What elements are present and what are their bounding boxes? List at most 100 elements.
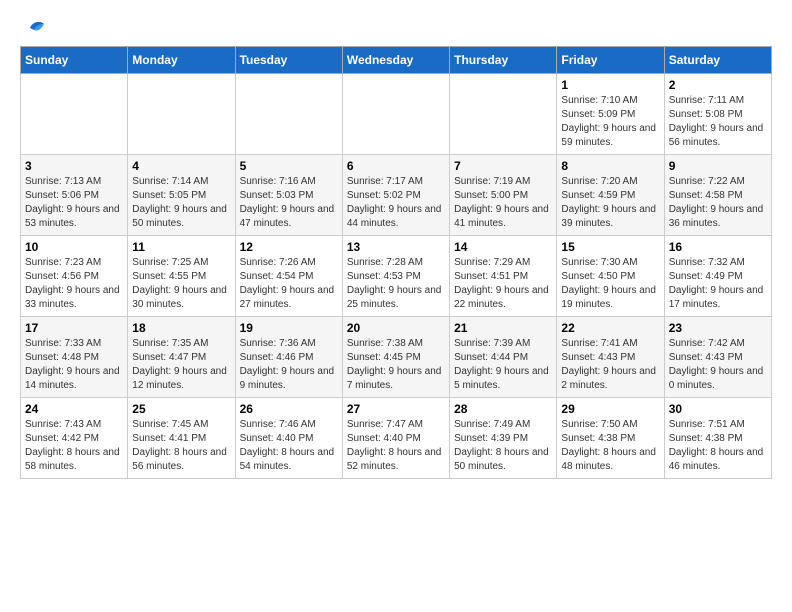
calendar-table: SundayMondayTuesdayWednesdayThursdayFrid… [20, 46, 772, 479]
column-header-tuesday: Tuesday [235, 47, 342, 74]
day-info: Sunrise: 7:41 AM Sunset: 4:43 PM Dayligh… [561, 337, 659, 393]
calendar-week-row: 17 Sunrise: 7:33 AM Sunset: 4:48 PM Dayli… [21, 317, 772, 398]
column-header-monday: Monday [128, 47, 235, 74]
column-header-thursday: Thursday [450, 47, 557, 74]
calendar-cell: 22 Sunrise: 7:41 AM Sunset: 4:43 PM Dayli… [557, 317, 664, 398]
day-number: 30 [669, 402, 767, 416]
column-header-wednesday: Wednesday [342, 47, 449, 74]
day-number: 26 [240, 402, 338, 416]
day-info: Sunrise: 7:49 AM Sunset: 4:39 PM Dayligh… [454, 418, 552, 474]
day-number: 13 [347, 240, 445, 254]
calendar-cell: 15 Sunrise: 7:30 AM Sunset: 4:50 PM Dayli… [557, 236, 664, 317]
calendar-cell: 27 Sunrise: 7:47 AM Sunset: 4:40 PM Dayli… [342, 398, 449, 479]
calendar-cell: 11 Sunrise: 7:25 AM Sunset: 4:55 PM Dayli… [128, 236, 235, 317]
column-header-sunday: Sunday [21, 47, 128, 74]
day-info: Sunrise: 7:42 AM Sunset: 4:43 PM Dayligh… [669, 337, 767, 393]
day-number: 7 [454, 159, 552, 173]
day-number: 18 [132, 321, 230, 335]
calendar-week-row: 24 Sunrise: 7:43 AM Sunset: 4:42 PM Dayli… [21, 398, 772, 479]
calendar-cell: 13Sunrise: 7:28 AM Sunset: 4:53 PM Dayli… [342, 236, 449, 317]
day-number: 15 [561, 240, 659, 254]
calendar-cell: 8 Sunrise: 7:20 AM Sunset: 4:59 PM Daylig… [557, 155, 664, 236]
day-number: 2 [669, 78, 767, 92]
calendar-cell: 16 Sunrise: 7:32 AM Sunset: 4:49 PM Dayli… [664, 236, 771, 317]
day-number: 22 [561, 321, 659, 335]
day-info: Sunrise: 7:32 AM Sunset: 4:49 PM Dayligh… [669, 256, 767, 312]
day-info: Sunrise: 7:10 AM Sunset: 5:09 PM Dayligh… [561, 94, 659, 150]
day-info: Sunrise: 7:45 AM Sunset: 4:41 PM Dayligh… [132, 418, 230, 474]
day-number: 16 [669, 240, 767, 254]
column-header-friday: Friday [557, 47, 664, 74]
day-number: 6 [347, 159, 445, 173]
calendar-cell [235, 74, 342, 155]
day-info: Sunrise: 7:43 AM Sunset: 4:42 PM Dayligh… [25, 418, 123, 474]
day-number: 27 [347, 402, 445, 416]
day-number: 3 [25, 159, 123, 173]
day-info: Sunrise: 7:30 AM Sunset: 4:50 PM Dayligh… [561, 256, 659, 312]
day-number: 29 [561, 402, 659, 416]
day-number: 10 [25, 240, 123, 254]
day-number: 25 [132, 402, 230, 416]
calendar-cell: 30Sunrise: 7:51 AM Sunset: 4:38 PM Dayli… [664, 398, 771, 479]
day-info: Sunrise: 7:50 AM Sunset: 4:38 PM Dayligh… [561, 418, 659, 474]
day-info: Sunrise: 7:17 AM Sunset: 5:02 PM Dayligh… [347, 175, 445, 231]
day-info: Sunrise: 7:46 AM Sunset: 4:40 PM Dayligh… [240, 418, 338, 474]
day-info: Sunrise: 7:25 AM Sunset: 4:55 PM Dayligh… [132, 256, 230, 312]
day-number: 12 [240, 240, 338, 254]
day-number: 8 [561, 159, 659, 173]
calendar-cell: 20 Sunrise: 7:38 AM Sunset: 4:45 PM Dayli… [342, 317, 449, 398]
day-number: 20 [347, 321, 445, 335]
day-number: 23 [669, 321, 767, 335]
calendar-cell: 25 Sunrise: 7:45 AM Sunset: 4:41 PM Dayli… [128, 398, 235, 479]
calendar-week-row: 3 Sunrise: 7:13 AM Sunset: 5:06 PM Daylig… [21, 155, 772, 236]
day-info: Sunrise: 7:47 AM Sunset: 4:40 PM Dayligh… [347, 418, 445, 474]
day-number: 17 [25, 321, 123, 335]
calendar-cell: 12Sunrise: 7:26 AM Sunset: 4:54 PM Dayli… [235, 236, 342, 317]
day-info: Sunrise: 7:11 AM Sunset: 5:08 PM Dayligh… [669, 94, 767, 150]
calendar-cell: 26 Sunrise: 7:46 AM Sunset: 4:40 PM Dayli… [235, 398, 342, 479]
day-number: 9 [669, 159, 767, 173]
calendar-cell: 4Sunrise: 7:14 AM Sunset: 5:05 PM Daylig… [128, 155, 235, 236]
day-info: Sunrise: 7:19 AM Sunset: 5:00 PM Dayligh… [454, 175, 552, 231]
calendar-cell: 28Sunrise: 7:49 AM Sunset: 4:39 PM Dayli… [450, 398, 557, 479]
day-number: 1 [561, 78, 659, 92]
calendar-cell: 18 Sunrise: 7:35 AM Sunset: 4:47 PM Dayli… [128, 317, 235, 398]
calendar-cell: 1 Sunrise: 7:10 AM Sunset: 5:09 PM Daylig… [557, 74, 664, 155]
day-number: 24 [25, 402, 123, 416]
calendar-week-row: 1 Sunrise: 7:10 AM Sunset: 5:09 PM Daylig… [21, 74, 772, 155]
day-info: Sunrise: 7:35 AM Sunset: 4:47 PM Dayligh… [132, 337, 230, 393]
calendar-cell: 10Sunrise: 7:23 AM Sunset: 4:56 PM Dayli… [21, 236, 128, 317]
day-info: Sunrise: 7:33 AM Sunset: 4:48 PM Dayligh… [25, 337, 123, 393]
day-number: 19 [240, 321, 338, 335]
calendar-cell: 5 Sunrise: 7:16 AM Sunset: 5:03 PM Daylig… [235, 155, 342, 236]
calendar-header-row: SundayMondayTuesdayWednesdayThursdayFrid… [21, 47, 772, 74]
day-info: Sunrise: 7:13 AM Sunset: 5:06 PM Dayligh… [25, 175, 123, 231]
page-header [20, 20, 772, 36]
calendar-cell: 29 Sunrise: 7:50 AM Sunset: 4:38 PM Dayli… [557, 398, 664, 479]
calendar-cell: 3 Sunrise: 7:13 AM Sunset: 5:06 PM Daylig… [21, 155, 128, 236]
calendar-cell: 23 Sunrise: 7:42 AM Sunset: 4:43 PM Dayli… [664, 317, 771, 398]
calendar-cell: 2 Sunrise: 7:11 AM Sunset: 5:08 PM Daylig… [664, 74, 771, 155]
day-info: Sunrise: 7:38 AM Sunset: 4:45 PM Dayligh… [347, 337, 445, 393]
day-info: Sunrise: 7:16 AM Sunset: 5:03 PM Dayligh… [240, 175, 338, 231]
calendar-cell: 24 Sunrise: 7:43 AM Sunset: 4:42 PM Dayli… [21, 398, 128, 479]
calendar-cell [342, 74, 449, 155]
logo-bird-icon [22, 20, 44, 36]
day-info: Sunrise: 7:22 AM Sunset: 4:58 PM Dayligh… [669, 175, 767, 231]
day-number: 11 [132, 240, 230, 254]
day-info: Sunrise: 7:20 AM Sunset: 4:59 PM Dayligh… [561, 175, 659, 231]
day-info: Sunrise: 7:29 AM Sunset: 4:51 PM Dayligh… [454, 256, 552, 312]
day-number: 4 [132, 159, 230, 173]
calendar-cell: 21 Sunrise: 7:39 AM Sunset: 4:44 PM Dayli… [450, 317, 557, 398]
calendar-cell [450, 74, 557, 155]
calendar-week-row: 10Sunrise: 7:23 AM Sunset: 4:56 PM Dayli… [21, 236, 772, 317]
calendar-cell: 9 Sunrise: 7:22 AM Sunset: 4:58 PM Daylig… [664, 155, 771, 236]
calendar-cell [128, 74, 235, 155]
day-info: Sunrise: 7:36 AM Sunset: 4:46 PM Dayligh… [240, 337, 338, 393]
day-info: Sunrise: 7:39 AM Sunset: 4:44 PM Dayligh… [454, 337, 552, 393]
calendar-cell: 6 Sunrise: 7:17 AM Sunset: 5:02 PM Daylig… [342, 155, 449, 236]
calendar-cell [21, 74, 128, 155]
day-number: 14 [454, 240, 552, 254]
day-number: 21 [454, 321, 552, 335]
day-number: 5 [240, 159, 338, 173]
